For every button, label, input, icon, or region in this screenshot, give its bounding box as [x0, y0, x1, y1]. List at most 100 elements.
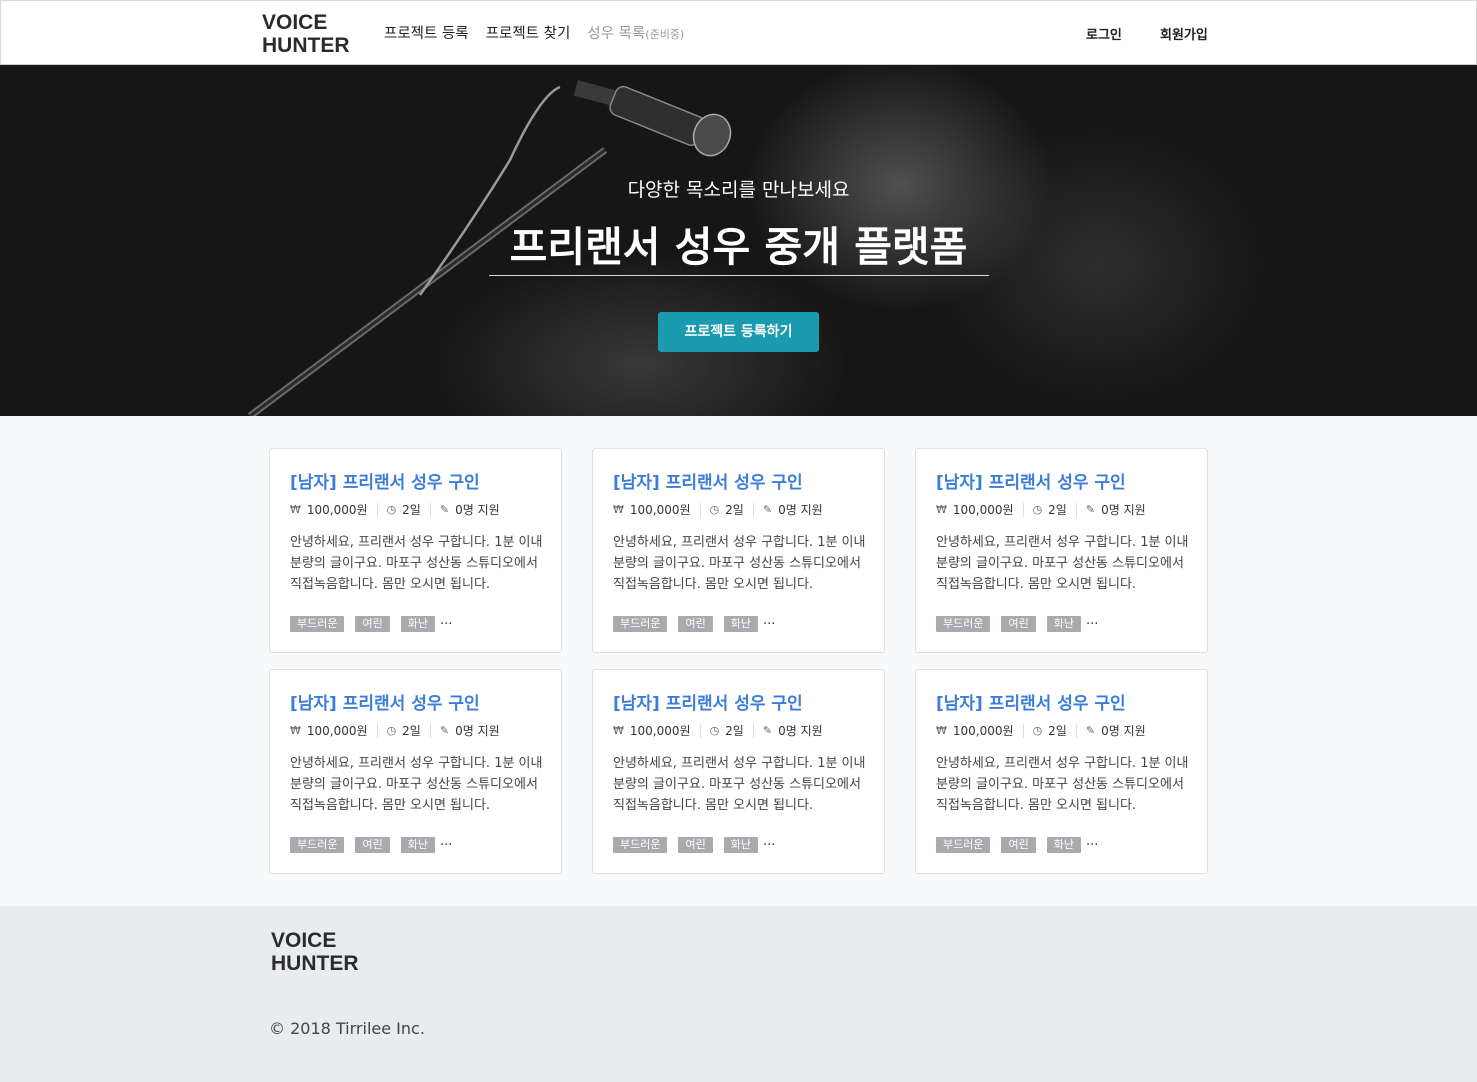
footer: VOICE HUNTER © 2018 Tirrilee Inc. — [0, 906, 1477, 1082]
project-title[interactable]: [남자] 프리랜서 성우 구인 — [613, 689, 803, 714]
nav-menu: 프로젝트 등록 프로젝트 찾기 성우 목록(준비중) — [384, 22, 684, 43]
project-card[interactable]: [남자] 프리랜서 성우 구인 ₩100,000원 ◷ 2일 ✎ 0명 지원 안녕하세요, … — [269, 448, 562, 653]
meta-divider — [429, 723, 431, 738]
project-description: 안녕하세요, 프리랜서 성우 구합니다. 1분 이내 분량의 글이구요. 마포구… — [613, 535, 866, 592]
tag-badge: 여린 — [1001, 616, 1036, 632]
project-card[interactable]: [남자] 프리랜서 성우 구인 ₩100,000원 ◷ 2일 ✎ 0명 지원 안녕하세요, … — [592, 669, 885, 874]
clock-icon: ◷ — [1032, 503, 1043, 516]
project-price: 100,000원 — [306, 503, 368, 517]
project-description: 안녕하세요, 프리랜서 성우 구합니다. 1분 이내 분량의 글이구요. 마포구… — [290, 756, 543, 813]
project-meta: ₩100,000원 ◷ 2일 ✎ 0명 지원 — [613, 722, 823, 739]
hero-subtitle: 다양한 목소리를 만나보세요 — [627, 179, 850, 201]
project-tags: 부드러운 여린 화난 ··· — [936, 837, 1098, 853]
meta-divider — [699, 502, 701, 517]
project-applicants: 0명 지원 — [778, 724, 823, 738]
won-icon: ₩ — [613, 724, 624, 737]
project-tags: 부드러운 여린 화난 ··· — [290, 616, 452, 632]
project-duration: 2일 — [402, 503, 421, 517]
tag-badge: 여린 — [355, 837, 390, 853]
more-tags-indicator: ··· — [1085, 837, 1099, 853]
project-duration: 2일 — [725, 503, 744, 517]
project-price: 100,000원 — [306, 724, 368, 738]
project-meta: ₩100,000원 ◷ 2일 ✎ 0명 지원 — [290, 501, 500, 518]
tag-badge: 부드러운 — [613, 837, 668, 853]
footer-logo-line2: HUNTER — [271, 952, 359, 975]
project-card[interactable]: [남자] 프리랜서 성우 구인 ₩100,000원 ◷ 2일 ✎ 0명 지원 안녕하세요, … — [915, 448, 1208, 653]
meta-divider — [429, 502, 431, 517]
project-applicants: 0명 지원 — [1101, 724, 1146, 738]
tag-badge: 부드러운 — [613, 616, 668, 632]
won-icon: ₩ — [936, 724, 947, 737]
project-card[interactable]: [남자] 프리랜서 성우 구인 ₩100,000원 ◷ 2일 ✎ 0명 지원안녕하세요, … — [915, 669, 1208, 874]
won-icon: ₩ — [290, 724, 301, 737]
project-meta: ₩100,000원 ◷ 2일 ✎ 0명 지원 — [936, 722, 1146, 739]
project-price: 100,000원 — [629, 503, 691, 517]
meta-divider — [1022, 723, 1024, 738]
won-icon: ₩ — [936, 503, 947, 516]
tag-badge: 화난 — [1046, 616, 1081, 632]
meta-divider — [1075, 502, 1077, 517]
footer-logo: VOICE HUNTER — [271, 929, 359, 975]
clock-icon: ◷ — [709, 503, 720, 516]
top-navbar: VOICE HUNTER 프로젝트 등록 프로젝트 찾기 성우 목록(준비중) … — [0, 0, 1477, 65]
project-applicants: 0명 지원 — [778, 503, 823, 517]
pencil-icon: ✎ — [439, 503, 450, 516]
more-tags-indicator: ··· — [1085, 616, 1099, 632]
project-price: 100,000원 — [952, 503, 1014, 517]
project-description: 안녕하세요, 프리랜서 성우 구합니다. 1분 이내 분량의 글이구요. 마포구… — [290, 535, 543, 592]
tag-badge: 화난 — [400, 616, 435, 632]
project-meta: ₩100,000원 ◷ 2일 ✎ 0명 지원 — [290, 722, 500, 739]
project-title[interactable]: [남자] 프리랜서 성우 구인 — [936, 689, 1126, 714]
clock-icon: ◷ — [709, 724, 720, 737]
won-icon: ₩ — [290, 503, 301, 516]
nav-link-voice-actors-label: 성우 목록 — [587, 26, 646, 42]
login-link[interactable]: 로그인 — [1086, 24, 1122, 43]
tag-badge: 화난 — [1046, 837, 1081, 853]
meta-divider — [752, 502, 754, 517]
mic-clip — [573, 80, 617, 106]
project-duration: 2일 — [1048, 503, 1067, 517]
project-title[interactable]: [남자] 프리랜서 성우 구인 — [936, 468, 1126, 493]
project-tags: 부드러운 여린 화난 ··· — [936, 616, 1098, 632]
project-description: 안녕하세요, 프리랜서 성우 구합니다. 1분 이내 분량의 글이구요. 마포구… — [936, 535, 1189, 592]
nav-link-register-project[interactable]: 프로젝트 등록 — [384, 22, 469, 43]
tag-badge: 화난 — [723, 616, 758, 632]
meta-divider — [1075, 723, 1077, 738]
mic-body — [609, 85, 706, 146]
pencil-icon: ✎ — [762, 724, 773, 737]
project-tags: 부드러운 여린 화난 ··· — [290, 837, 452, 853]
more-tags-indicator: ··· — [762, 837, 776, 853]
tag-badge: 화난 — [400, 837, 435, 853]
project-meta: ₩100,000원 ◷ 2일 ✎ 0명 지원 — [936, 501, 1146, 518]
register-project-button[interactable]: 프로젝트 등록하기 — [658, 312, 819, 352]
project-description: 안녕하세요, 프리랜서 성우 구합니다. 1분 이내 분량의 글이구요. 마포구… — [613, 756, 866, 813]
more-tags-indicator: ··· — [439, 837, 453, 853]
pencil-icon: ✎ — [439, 724, 450, 737]
pencil-icon: ✎ — [1085, 503, 1096, 516]
project-tags: 부드러운 여린 화난 ··· — [613, 616, 775, 632]
project-duration: 2일 — [725, 724, 744, 738]
project-title[interactable]: [남자] 프리랜서 성우 구인 — [290, 689, 480, 714]
signup-link[interactable]: 회원가입 — [1160, 24, 1208, 43]
copyright-text: © 2018 Tirrilee Inc. — [269, 1019, 425, 1038]
more-tags-indicator: ··· — [439, 616, 453, 632]
nav-link-find-project[interactable]: 프로젝트 찾기 — [486, 22, 571, 43]
project-description: 안녕하세요, 프리랜서 성우 구합니다. 1분 이내 분량의 글이구요. 마포구… — [936, 756, 1189, 813]
tag-badge: 부드러운 — [290, 616, 345, 632]
meta-divider — [376, 502, 378, 517]
brand-logo[interactable]: VOICE HUNTER — [262, 11, 350, 57]
hero-banner: 다양한 목소리를 만나보세요 프리랜서 성우 중개 플랫폼 프로젝트 등록하기 — [0, 65, 1477, 416]
footer-logo-line1: VOICE — [271, 929, 337, 952]
project-card[interactable]: [남자] 프리랜서 성우 구인 ₩100,000원 ◷ 2일 ✎ 0명 지원 안녕하세요, … — [592, 448, 885, 653]
hero-title: 프리랜서 성우 중개 플랫폼 — [509, 223, 968, 271]
project-title[interactable]: [남자] 프리랜서 성우 구인 — [613, 468, 803, 493]
project-title[interactable]: [남자] 프리랜서 성우 구인 — [290, 468, 480, 493]
project-meta: ₩100,000원 ◷ 2일 ✎ 0명 지원 — [613, 501, 823, 518]
nav-link-voice-actors: 성우 목록(준비중) — [587, 22, 684, 43]
meta-divider — [699, 723, 701, 738]
project-card[interactable]: [남자] 프리랜서 성우 구인 ₩100,000원 ◷ 2일 ✎ 0명 지원안녕하세요, … — [269, 669, 562, 874]
meta-divider — [1022, 502, 1024, 517]
coming-soon-note: (준비중) — [645, 28, 685, 41]
tag-badge: 여린 — [678, 616, 713, 632]
tag-badge: 여린 — [355, 616, 390, 632]
